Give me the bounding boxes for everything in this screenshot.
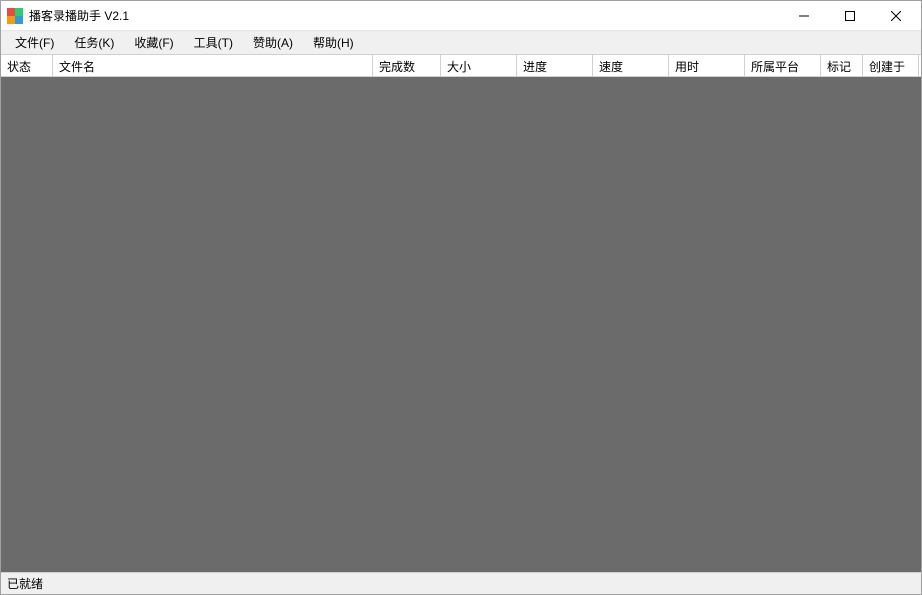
table-header: 状态 文件名 完成数 大小 进度 速度 用时 所属平台 标记 创建于 xyxy=(1,55,921,77)
menubar: 文件(F) 任务(K) 收藏(F) 工具(T) 赞助(A) 帮助(H) xyxy=(1,31,921,55)
column-filename[interactable]: 文件名 xyxy=(53,55,373,76)
maximize-icon xyxy=(845,11,855,21)
column-status[interactable]: 状态 xyxy=(1,55,53,76)
window-controls xyxy=(781,1,919,30)
menu-sponsor[interactable]: 赞助(A) xyxy=(243,31,303,54)
status-text: 已就绪 xyxy=(7,575,43,592)
close-button[interactable] xyxy=(873,1,919,30)
column-speed[interactable]: 速度 xyxy=(593,55,669,76)
app-icon xyxy=(7,8,23,24)
column-elapsed[interactable]: 用时 xyxy=(669,55,745,76)
menu-file[interactable]: 文件(F) xyxy=(5,31,64,54)
titlebar: 播客录播助手 V2.1 xyxy=(1,1,921,31)
minimize-icon xyxy=(799,11,809,21)
menu-help[interactable]: 帮助(H) xyxy=(303,31,364,54)
column-platform[interactable]: 所属平台 xyxy=(745,55,821,76)
column-size[interactable]: 大小 xyxy=(441,55,517,76)
table-body[interactable] xyxy=(1,77,921,572)
column-progress[interactable]: 进度 xyxy=(517,55,593,76)
column-completed[interactable]: 完成数 xyxy=(373,55,441,76)
menu-task[interactable]: 任务(K) xyxy=(64,31,124,54)
column-created[interactable]: 创建于 xyxy=(863,55,919,76)
menu-favorite[interactable]: 收藏(F) xyxy=(124,31,183,54)
statusbar: 已就绪 xyxy=(1,572,921,594)
maximize-button[interactable] xyxy=(827,1,873,30)
close-icon xyxy=(891,11,901,21)
menu-tool[interactable]: 工具(T) xyxy=(184,31,243,54)
column-mark[interactable]: 标记 xyxy=(821,55,863,76)
window-title: 播客录播助手 V2.1 xyxy=(29,7,781,24)
minimize-button[interactable] xyxy=(781,1,827,30)
